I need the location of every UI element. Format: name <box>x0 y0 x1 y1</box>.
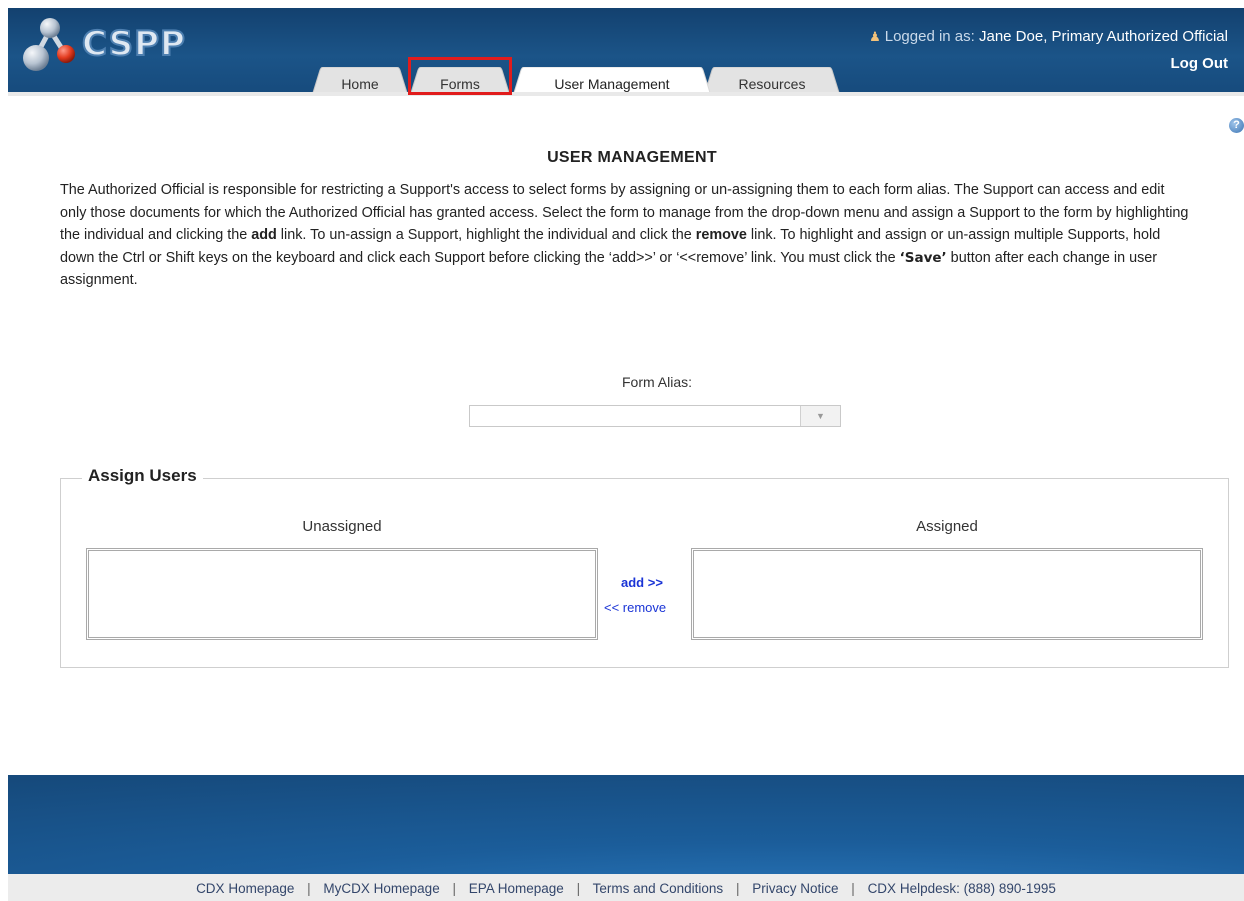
footer-separator: | <box>452 881 456 896</box>
footer-link-mycdx-homepage[interactable]: MyCDX Homepage <box>323 881 439 896</box>
footer-separator: | <box>851 881 855 896</box>
tab-forms-label: Forms <box>440 76 480 92</box>
footer-link-terms[interactable]: Terms and Conditions <box>593 881 724 896</box>
assigned-label: Assigned <box>916 518 978 535</box>
tab-home-label: Home <box>341 76 379 92</box>
add-keyword: add <box>251 227 277 243</box>
footer-links: CDX Homepage | MyCDX Homepage | EPA Home… <box>8 874 1244 901</box>
logo-text: CSPP <box>81 23 186 65</box>
footer-link-helpdesk[interactable]: CDX Helpdesk: (888) 890-1995 <box>868 881 1056 896</box>
tab-user-management[interactable]: User Management <box>513 67 711 96</box>
help-icon[interactable]: ? <box>1229 118 1244 133</box>
tab-home[interactable]: Home <box>312 67 408 96</box>
unassigned-label: Unassigned <box>302 518 382 535</box>
footer-separator: | <box>576 881 581 896</box>
tab-user-management-label: User Management <box>554 76 670 92</box>
remove-user-link[interactable]: << remove <box>604 600 666 615</box>
logout-link[interactable]: Log Out <box>1171 55 1228 72</box>
instructions-text: The Authorized Official is responsible f… <box>60 179 1190 292</box>
tab-resources-label: Resources <box>738 76 806 92</box>
cspp-logo[interactable]: CSPP <box>20 14 200 74</box>
footer-link-cdx-homepage[interactable]: CDX Homepage <box>196 881 294 896</box>
form-alias-dropdown[interactable]: ▼ <box>469 405 841 427</box>
logged-in-prefix: Logged in as: <box>884 28 975 45</box>
assign-users-legend: Assign Users <box>82 466 203 486</box>
molecule-logo-icon <box>23 18 75 71</box>
footer-link-epa-homepage[interactable]: EPA Homepage <box>469 881 564 896</box>
form-alias-label: Form Alias: <box>621 374 692 390</box>
unassigned-users-list[interactable] <box>86 548 598 640</box>
login-info: ♟ Logged in as: Jane Doe, Primary Authori… <box>869 28 1228 45</box>
tab-forms[interactable]: Forms <box>410 67 510 96</box>
add-user-link[interactable]: add >> <box>621 575 663 590</box>
header-bar: CSPP ♟ Logged in as: Jane Doe, Primary Au… <box>8 8 1244 96</box>
assigned-users-list[interactable] <box>691 548 1203 640</box>
footer-band <box>8 775 1244 874</box>
footer-separator: | <box>307 881 311 896</box>
user-icon: ♟ <box>869 29 881 44</box>
instructions-part-2: link. To un-assign a Support, highlight … <box>276 227 696 243</box>
save-keyword: ‘Save’ <box>899 249 947 266</box>
logged-in-user-name: Jane Doe, Primary Authorized Official <box>978 28 1228 45</box>
page-title: USER MANAGEMENT <box>547 149 717 166</box>
footer-link-privacy[interactable]: Privacy Notice <box>752 881 838 896</box>
footer-separator: | <box>735 881 740 896</box>
remove-keyword: remove <box>695 227 747 243</box>
tab-resources[interactable]: Resources <box>704 67 840 96</box>
chevron-down-icon[interactable]: ▼ <box>800 406 840 426</box>
